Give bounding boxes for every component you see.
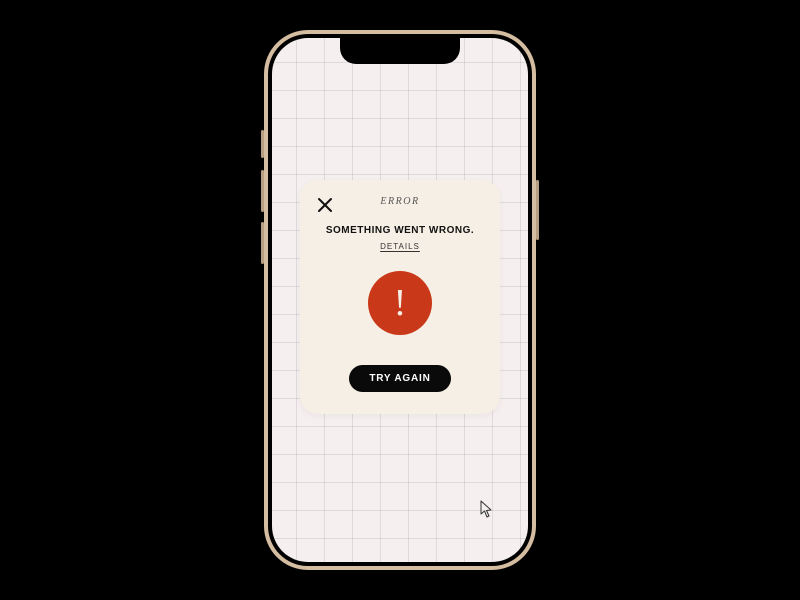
error-message: SOMETHING WENT WRONG. bbox=[326, 225, 474, 236]
warning-icon: ! bbox=[368, 271, 432, 335]
modal-title: ERROR bbox=[316, 196, 484, 207]
details-link[interactable]: DETAILS bbox=[380, 242, 420, 251]
try-again-button[interactable]: TRY AGAIN bbox=[349, 365, 450, 392]
exclamation-icon: ! bbox=[394, 284, 407, 322]
phone-side-button bbox=[261, 222, 264, 264]
close-icon bbox=[316, 196, 334, 214]
phone-screen: ERROR SOMETHING WENT WRONG. DETAILS ! TR… bbox=[272, 38, 528, 562]
cursor-icon bbox=[480, 500, 494, 518]
phone-side-button bbox=[261, 130, 264, 158]
error-modal: ERROR SOMETHING WENT WRONG. DETAILS ! TR… bbox=[300, 180, 500, 414]
phone-notch bbox=[340, 38, 460, 64]
modal-header: ERROR bbox=[316, 196, 484, 207]
phone-bezel: ERROR SOMETHING WENT WRONG. DETAILS ! TR… bbox=[268, 34, 532, 566]
phone-side-button bbox=[261, 170, 264, 212]
close-button[interactable] bbox=[316, 196, 334, 214]
phone-side-button bbox=[536, 180, 539, 240]
phone-frame: ERROR SOMETHING WENT WRONG. DETAILS ! TR… bbox=[264, 30, 536, 570]
